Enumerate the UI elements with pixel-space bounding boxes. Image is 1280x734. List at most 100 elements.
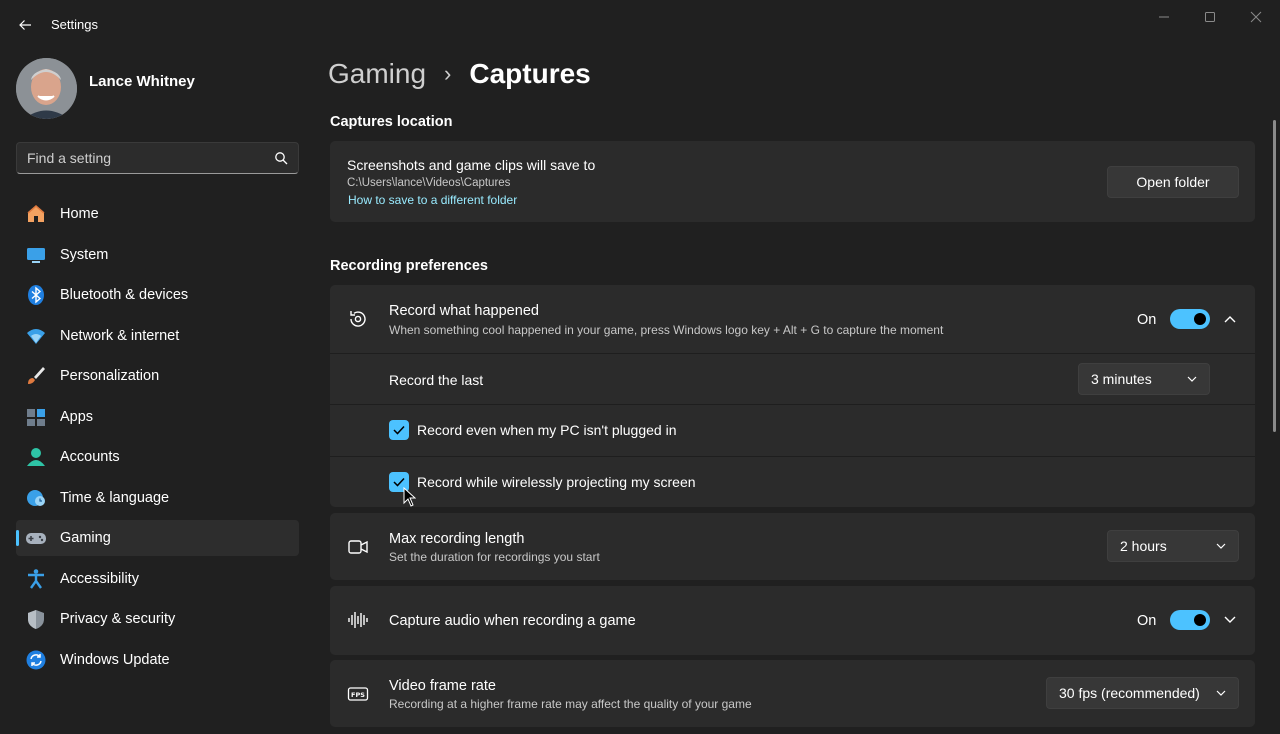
search-icon[interactable] [274, 151, 288, 165]
chevron-down-icon [1216, 690, 1226, 696]
record-history-icon [346, 307, 370, 331]
record-what-happened-desc: When something cool happened in your gam… [389, 323, 944, 337]
captures-path: C:\Users\lance\Videos\Captures [347, 177, 511, 189]
sidebar-nav: Home System Bluetooth & devices Network … [16, 196, 299, 682]
checkmark-icon [393, 477, 405, 487]
sidebar-item-label: Privacy & security [60, 611, 176, 627]
sidebar-item-label: Time & language [60, 489, 170, 506]
breadcrumb: Gaming › Captures [328, 58, 591, 90]
video-frame-rate-title: Video frame rate [389, 678, 496, 694]
fps-icon: FPS [346, 682, 370, 706]
video-frame-rate-card: FPS Video frame rate Recording at a high… [330, 660, 1255, 727]
chevron-down-icon [1224, 616, 1236, 623]
sidebar-item-apps[interactable]: Apps [16, 399, 299, 435]
sidebar-item-accounts[interactable]: Accounts [16, 439, 299, 475]
sidebar-item-label: Apps [60, 408, 94, 425]
back-button[interactable] [12, 12, 38, 38]
minimize-icon [1159, 16, 1169, 18]
search-input[interactable] [27, 143, 267, 173]
sidebar-item-label: Network & internet [60, 327, 180, 344]
sidebar-item-time-language[interactable]: Time & language [16, 480, 299, 516]
plugged-in-label: Record even when my PC isn't plugged in [417, 422, 677, 438]
chevron-up-icon [1224, 316, 1236, 323]
plugged-in-checkbox[interactable] [389, 420, 409, 440]
user-name: Lance Whitney [89, 73, 195, 90]
wifi-icon [25, 325, 47, 347]
audio-waveform-icon [346, 608, 370, 632]
page-title: Captures [469, 58, 591, 89]
divider [330, 456, 1255, 457]
divider [330, 404, 1255, 405]
system-icon [25, 244, 47, 266]
max-recording-length-value: 2 hours [1120, 538, 1167, 554]
svg-text:FPS: FPS [351, 691, 365, 699]
capture-audio-toggle[interactable] [1170, 610, 1210, 630]
max-recording-length-desc: Set the duration for recordings you star… [389, 550, 600, 564]
video-camera-icon [346, 535, 370, 559]
max-recording-length-card: Max recording length Set the duration fo… [330, 513, 1255, 580]
globe-clock-icon [25, 487, 47, 509]
breadcrumb-separator: › [444, 61, 452, 86]
capture-audio-title: Capture audio when recording a game [389, 613, 636, 629]
sidebar-item-home[interactable]: Home [16, 196, 299, 232]
sidebar-item-windows-update[interactable]: Windows Update [16, 642, 299, 678]
maximize-button[interactable] [1188, 6, 1232, 28]
chevron-down-icon [1216, 543, 1226, 549]
divider [330, 353, 1255, 354]
sidebar-item-privacy[interactable]: Privacy & security [16, 601, 299, 637]
avatar[interactable] [16, 58, 77, 119]
sidebar-item-bluetooth[interactable]: Bluetooth & devices [16, 277, 299, 313]
breadcrumb-parent[interactable]: Gaming [328, 58, 426, 90]
scrollbar[interactable] [1273, 120, 1276, 432]
open-folder-button[interactable]: Open folder [1107, 166, 1239, 198]
mouse-cursor-icon [403, 487, 416, 507]
sidebar-item-system[interactable]: System [16, 237, 299, 273]
search-box[interactable] [16, 142, 299, 174]
record-the-last-value: 3 minutes [1091, 371, 1152, 387]
section-title-recording-preferences: Recording preferences [330, 258, 488, 274]
update-icon [25, 649, 47, 671]
shield-icon [25, 608, 47, 630]
sidebar-item-accessibility[interactable]: Accessibility [16, 561, 299, 597]
sidebar-item-label: Windows Update [60, 651, 170, 668]
video-frame-rate-value: 30 fps (recommended) [1059, 685, 1200, 701]
bluetooth-icon [25, 284, 47, 306]
sidebar-item-label: Gaming [60, 530, 111, 546]
sidebar-item-label: System [60, 246, 109, 263]
record-the-last-dropdown[interactable]: 3 minutes [1078, 363, 1210, 395]
accounts-icon [25, 446, 47, 468]
record-what-happened-card: Record what happened When something cool… [330, 285, 1255, 507]
home-icon [25, 203, 47, 225]
captures-location-card: Screenshots and game clips will save to … [330, 141, 1255, 222]
checkmark-icon [393, 425, 405, 435]
record-what-happened-toggle-label: On [1137, 312, 1157, 328]
close-icon [1250, 11, 1262, 23]
sidebar-item-label: Bluetooth & devices [60, 287, 189, 303]
record-what-happened-toggle[interactable] [1170, 309, 1210, 329]
title-bar: Settings [0, 0, 1280, 48]
record-the-last-title: Record the last [389, 372, 484, 388]
sidebar-item-label: Accessibility [60, 570, 139, 587]
max-recording-length-dropdown[interactable]: 2 hours [1107, 530, 1239, 562]
minimize-button[interactable] [1142, 6, 1186, 28]
capture-audio-toggle-label: On [1137, 613, 1157, 629]
sidebar-item-network[interactable]: Network & internet [16, 318, 299, 354]
close-button[interactable] [1234, 6, 1278, 28]
sidebar-item-gaming[interactable]: Gaming [16, 520, 299, 556]
video-frame-rate-desc: Recording at a higher frame rate may aff… [389, 697, 752, 711]
user-photo-icon [16, 58, 77, 119]
chevron-down-icon [1187, 376, 1197, 382]
max-recording-length-title: Max recording length [389, 531, 525, 547]
video-frame-rate-dropdown[interactable]: 30 fps (recommended) [1046, 677, 1239, 709]
captures-location-title: Screenshots and game clips will save to [347, 157, 596, 173]
sidebar-item-personalization[interactable]: Personalization [16, 358, 299, 394]
capture-audio-expander[interactable] [1218, 608, 1242, 632]
app-title: Settings [51, 17, 98, 32]
record-what-happened-expander[interactable] [1218, 307, 1242, 331]
maximize-icon [1205, 12, 1215, 22]
wireless-projecting-label: Record while wirelessly projecting my sc… [417, 474, 696, 490]
different-folder-link[interactable]: How to save to a different folder [348, 193, 517, 207]
record-what-happened-title: Record what happened [389, 303, 539, 319]
back-arrow-icon [19, 20, 31, 30]
gamepad-icon [25, 527, 47, 549]
